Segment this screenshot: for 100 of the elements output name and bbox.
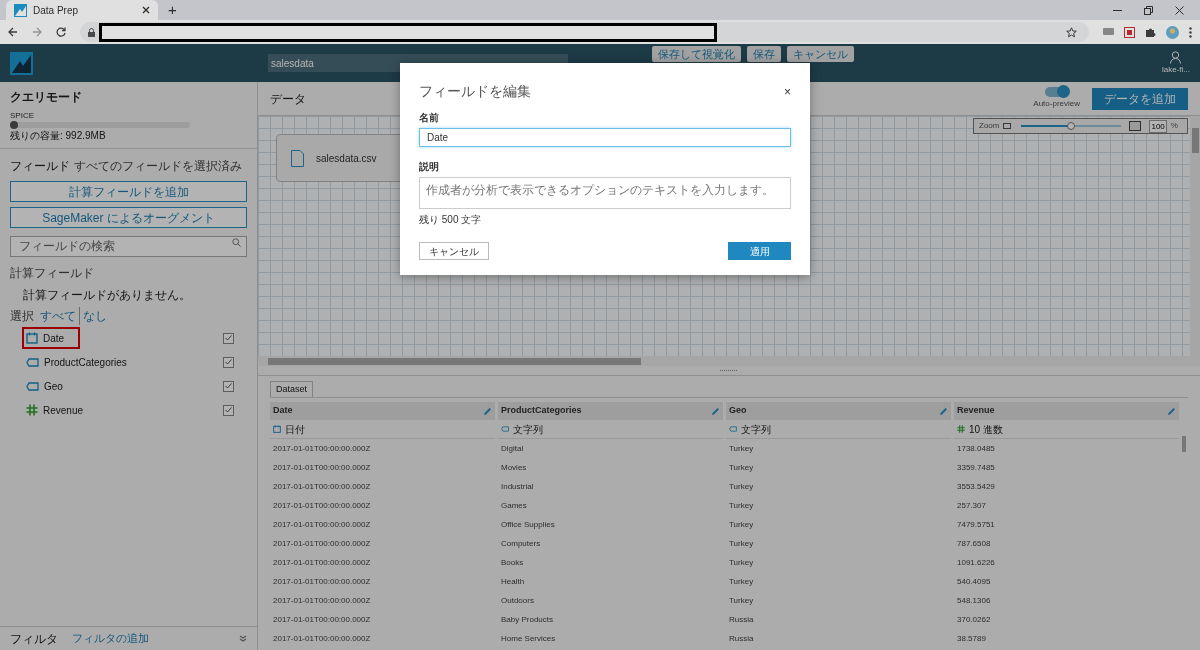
cancel-button[interactable]: キャンセル xyxy=(419,242,489,260)
table-cell-text: 2017-01-01T00:00:00.000Z xyxy=(272,461,372,474)
table-cell-text: Movies xyxy=(500,461,528,474)
zoom-value[interactable]: 100 xyxy=(1149,119,1167,133)
close-icon[interactable] xyxy=(1175,6,1184,15)
column-header[interactable]: Date xyxy=(270,402,495,420)
add-data-button[interactable]: データを追加 xyxy=(1092,87,1188,110)
zoom-out-icon[interactable] xyxy=(1003,123,1012,129)
forward-arrow-icon[interactable] xyxy=(32,27,42,37)
user-icon[interactable] xyxy=(1170,50,1182,64)
calculated-fields-title: 計算フィールド xyxy=(10,265,95,282)
select-label: 選択 xyxy=(10,308,34,325)
checkbox[interactable] xyxy=(223,332,234,344)
field-item[interactable]: ProductCategories xyxy=(22,351,143,373)
column-header[interactable]: Geo xyxy=(726,402,951,420)
table-cell-text: Turkey xyxy=(728,556,755,569)
pencil-icon[interactable] xyxy=(711,406,720,416)
column-type: 10 進数 xyxy=(969,422,1003,437)
column-header[interactable]: ProductCategories xyxy=(498,402,723,420)
table-cell-text: 2017-01-01T00:00:00.000Z xyxy=(272,499,372,512)
avatar-icon[interactable] xyxy=(1166,25,1179,39)
lock-icon xyxy=(88,27,95,37)
table-cell-text: Russia xyxy=(728,632,755,645)
address-field[interactable] xyxy=(80,22,1089,42)
horizontal-scrollbar[interactable] xyxy=(258,356,1190,366)
table-cell-text: 2017-01-01T00:00:00.000Z xyxy=(272,518,372,531)
menu-icon[interactable] xyxy=(1189,26,1192,38)
zoom-label: Zoom xyxy=(979,120,1000,132)
new-tab-button[interactable]: + xyxy=(168,1,177,19)
select-none-link[interactable]: なし xyxy=(83,307,107,325)
zoom-unit: % xyxy=(1170,120,1178,132)
column-header[interactable]: Revenue xyxy=(954,402,1179,420)
table-cell-text: 3553.5429 xyxy=(956,480,996,493)
table-cell-text: 548.1306 xyxy=(956,594,992,607)
table-cell-text: Turkey xyxy=(728,537,755,550)
table-cell-text: 2017-01-01T00:00:00.000Z xyxy=(272,575,372,588)
table-cell-text: 2017-01-01T00:00:00.000Z xyxy=(272,480,372,493)
pencil-icon[interactable] xyxy=(483,406,492,416)
source-name: salesdata.csv xyxy=(316,151,378,166)
close-icon[interactable] xyxy=(142,6,150,14)
app-logo-icon xyxy=(14,3,27,17)
puzzle-icon[interactable] xyxy=(1145,26,1156,38)
check-icon xyxy=(225,335,232,341)
table-cell-text: Baby Products xyxy=(500,613,555,626)
table-cell-text: Turkey xyxy=(728,575,755,588)
name-field[interactable]: Date xyxy=(419,128,791,147)
auto-preview-toggle[interactable] xyxy=(1044,87,1069,97)
tab-title: Data Prep xyxy=(33,3,80,18)
tag-icon xyxy=(26,357,39,367)
check-icon xyxy=(225,383,232,389)
checkbox[interactable] xyxy=(223,356,234,368)
table-cell-text: 2017-01-01T00:00:00.000Z xyxy=(272,613,372,626)
dataset-tab[interactable]: Dataset xyxy=(270,381,314,397)
pencil-icon[interactable] xyxy=(939,406,948,416)
add-filter-link[interactable]: フィルタの追加 xyxy=(72,630,149,647)
pencil-icon[interactable] xyxy=(1167,406,1176,416)
sagemaker-augment-button[interactable]: SageMaker によるオーグメント xyxy=(10,207,247,228)
minimize-icon[interactable] xyxy=(1113,9,1122,12)
close-button[interactable]: × xyxy=(784,85,791,98)
table-cell-text: 3359.7485 xyxy=(956,461,996,474)
field-item[interactable]: Date xyxy=(22,327,81,349)
reload-icon[interactable] xyxy=(56,27,66,37)
column-type: 文字列 xyxy=(513,422,543,437)
hash-icon xyxy=(26,404,38,416)
field-search[interactable]: フィールドの検索 xyxy=(10,235,247,257)
restore-icon[interactable] xyxy=(1144,6,1153,15)
expand-icon[interactable] xyxy=(239,635,247,642)
csv-file-icon xyxy=(291,149,304,167)
back-arrow-icon[interactable] xyxy=(8,27,18,37)
apply-button[interactable]: 適用 xyxy=(728,242,791,260)
table-cell-text: 787.6508 xyxy=(956,537,992,550)
resize-handle-icon[interactable] xyxy=(720,369,738,372)
vertical-scrollbar[interactable] xyxy=(1190,116,1200,366)
table-cell-text: Home Services xyxy=(500,632,557,645)
zoom-in-icon[interactable] xyxy=(1129,121,1142,131)
table-cell-text: 7479.5751 xyxy=(956,518,996,531)
remaining-count: 残り 500 文字 xyxy=(419,213,483,227)
table-cell-text: Health xyxy=(500,575,526,588)
field-item[interactable]: Revenue xyxy=(22,399,100,421)
name-label: 名前 xyxy=(419,111,440,125)
header-button[interactable]: キャンセル xyxy=(787,46,854,62)
tag-icon xyxy=(729,425,737,433)
checkbox[interactable] xyxy=(223,404,234,416)
query-mode-title: クエリモード xyxy=(10,89,83,106)
filter-title: フィルタ xyxy=(10,630,58,648)
fields-status: すべてのフィールドを選択済み xyxy=(74,158,242,175)
field-item[interactable]: Geo xyxy=(22,375,79,397)
checkbox[interactable] xyxy=(223,380,234,392)
table-cell-text: 257.307 xyxy=(956,499,987,512)
app-logo-icon[interactable] xyxy=(10,51,33,75)
add-calculated-field-button[interactable]: 計算フィールドを追加 xyxy=(10,181,247,202)
header-button[interactable]: 保存して視覚化 xyxy=(652,46,741,62)
star-icon[interactable] xyxy=(1066,26,1077,38)
select-all-link[interactable]: すべて xyxy=(40,307,80,325)
description-field[interactable]: 作成者が分析で表示できるオプションのテキストを入力します。 xyxy=(419,177,791,209)
table-cell-text: Digital xyxy=(500,442,525,455)
table-cell-text: 370.0262 xyxy=(956,613,992,626)
browser-tab[interactable]: Data Prep xyxy=(6,0,158,20)
table-cell-text: Turkey xyxy=(728,442,755,455)
header-button[interactable]: 保存 xyxy=(747,46,781,62)
